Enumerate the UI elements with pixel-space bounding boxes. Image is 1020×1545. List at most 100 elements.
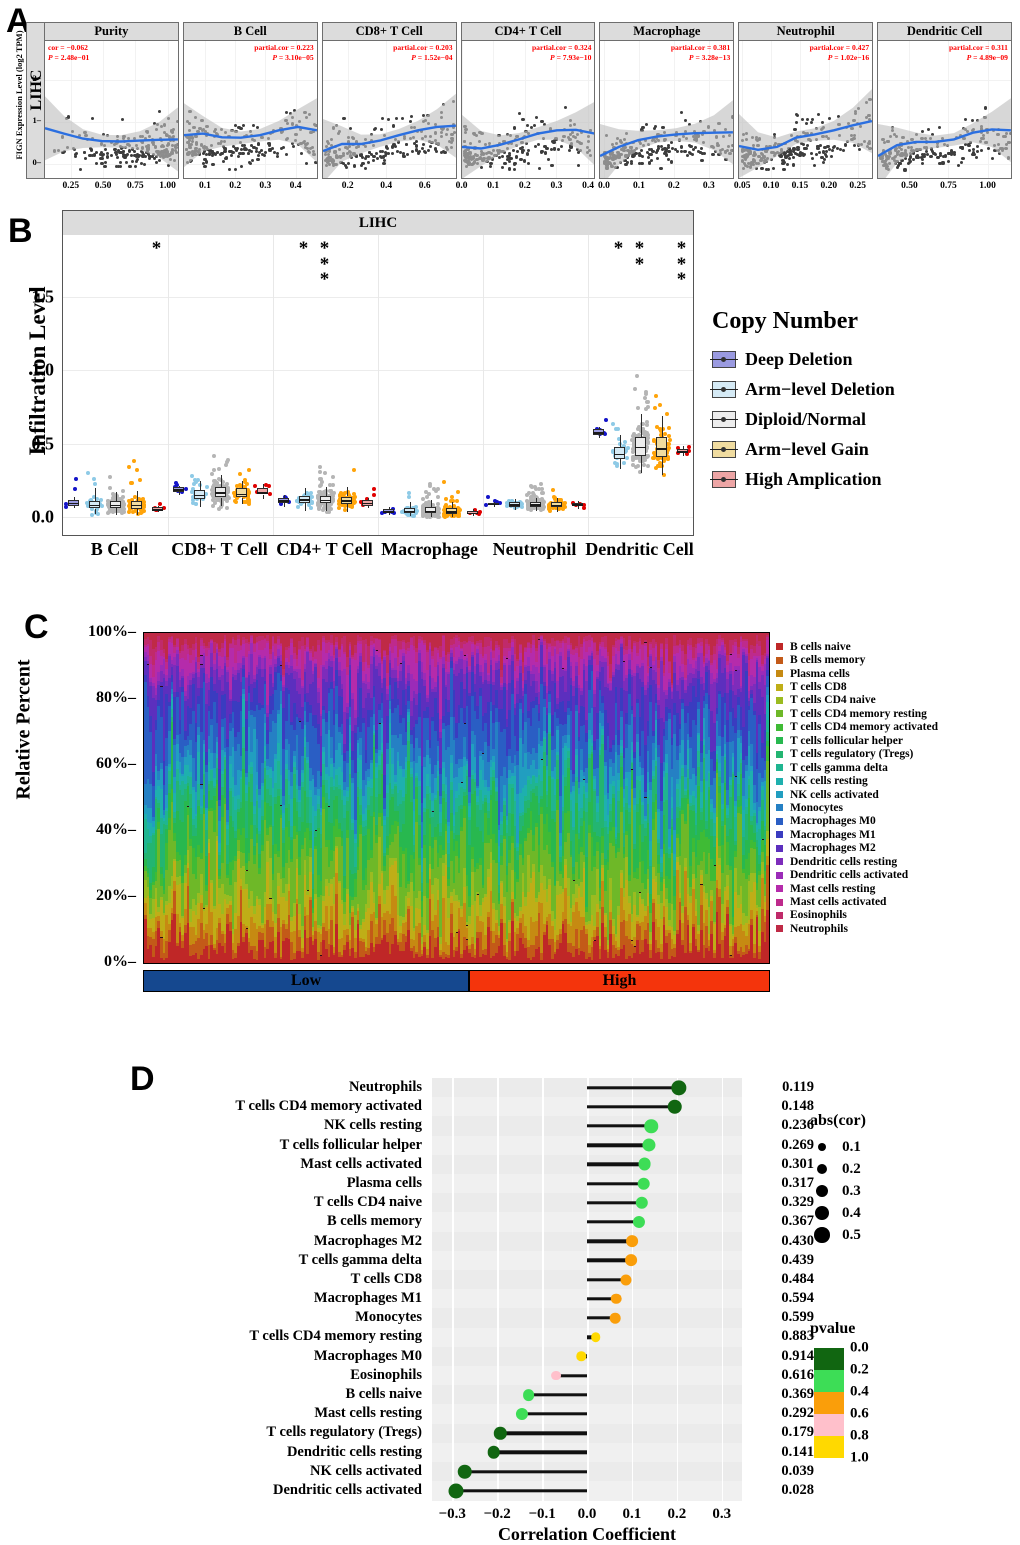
x-tick: 0.1: [632, 181, 645, 191]
lollipop-stem: [500, 1431, 587, 1435]
lollipop-dot[interactable]: [625, 1254, 637, 1267]
facet-title: B Cell: [182, 22, 318, 40]
y-tick: 0.0: [31, 506, 55, 527]
lollipop-dot[interactable]: [522, 1388, 535, 1401]
lollipop-dot[interactable]: [515, 1407, 528, 1421]
legend-label: B cells naive: [790, 640, 851, 653]
facet-stats: cor = −0.062 P = 2.48e−01: [48, 43, 90, 63]
x-tick: 0.25: [62, 181, 80, 191]
x-tick: −0.3: [438, 1506, 466, 1522]
lollipop-dot[interactable]: [644, 1119, 658, 1133]
legend-item[interactable]: Arm−level Gain: [710, 439, 1012, 460]
legend-label: T cells gamma delta: [790, 761, 888, 774]
lollipop-dot[interactable]: [457, 1464, 473, 1479]
lollipop-dot[interactable]: [625, 1235, 638, 1248]
legend-item[interactable]: Macrophages M2: [776, 842, 938, 855]
legend-item[interactable]: T cells follicular helper: [776, 734, 938, 747]
legend-label: T cells CD4 naive: [790, 694, 876, 707]
legend-swatch: [710, 351, 738, 368]
lollipop-dot[interactable]: [610, 1312, 621, 1324]
facet-x-axis: 0.05 0.10 0.15 0.20 0.25: [734, 179, 873, 198]
lollipop-dot[interactable]: [551, 1370, 561, 1381]
legend-item[interactable]: Arm−level Deletion: [710, 379, 1012, 400]
legend-item[interactable]: Deep Deletion: [710, 349, 1012, 370]
y-tick: 1–: [32, 115, 42, 125]
y-tick: 100%–: [88, 623, 136, 640]
row-pvalue: 0.148: [781, 1098, 814, 1115]
panel-d-pvalues: 0.119 0.148 0.236 0.269 0.301 0.317 0.329 0.367…: [746, 1078, 814, 1500]
legend-item[interactable]: T cells CD8: [776, 680, 938, 693]
legend-item[interactable]: Eosinophils: [776, 909, 938, 922]
facet-plot: partial.cor = 0.311 P = 4.89e−09: [877, 40, 1012, 179]
x-tick: 0.1: [199, 181, 211, 191]
size-legend-dot: [816, 1163, 828, 1175]
legend-item[interactable]: Mast cells resting: [776, 882, 938, 895]
legend-item[interactable]: B cells memory: [776, 653, 938, 666]
facet-x-axis: 0.1 0.2 0.3 0.4: [183, 179, 318, 198]
row-pvalue: 0.439: [781, 1251, 814, 1268]
legend-item[interactable]: Neutrophils: [776, 922, 938, 935]
x-tick: −0.1: [528, 1506, 556, 1522]
lollipop-dot[interactable]: [667, 1099, 682, 1115]
legend-item[interactable]: Macrophages M0: [776, 815, 938, 828]
row-pvalue: 0.317: [781, 1174, 814, 1191]
legend-label: T cells follicular helper: [790, 734, 903, 747]
significance-stars: * *: [634, 238, 645, 275]
lollipop-dot[interactable]: [632, 1215, 645, 1229]
panel-c-group-bar: Low High: [143, 970, 770, 992]
panel-a-facet: Purity cor = −0.062 P = 2.48e−01 0.25 0.50 0.…: [44, 22, 179, 197]
row-label: T cells CD8: [350, 1270, 422, 1287]
legend-swatch: [710, 441, 738, 458]
x-tick: 0.75: [940, 181, 957, 191]
lollipop-dot[interactable]: [638, 1157, 651, 1171]
legend-swatch: [776, 643, 783, 651]
legend-item[interactable]: Monocytes: [776, 801, 938, 814]
facet-plot: partial.cor = 0.223 P = 3.10e−05: [182, 40, 318, 179]
legend-swatch: [776, 696, 783, 704]
y-tick: 20%–: [96, 887, 136, 904]
colorbar-tick: 0.0: [850, 1339, 869, 1356]
lollipop-dot[interactable]: [448, 1483, 464, 1499]
significance-stars: *: [151, 238, 162, 259]
lollipop-stem: [587, 1162, 645, 1167]
legend-item[interactable]: B cells naive: [776, 640, 938, 653]
size-legend-label: 0.4: [841, 1204, 861, 1221]
x-tick: 0.10: [762, 181, 780, 191]
facet-plot: partial.cor = 0.381 P = 3.28e−13: [599, 40, 735, 179]
legend-item[interactable]: Dendritic cells resting: [776, 855, 938, 868]
legend-item[interactable]: High Amplication: [710, 469, 1012, 490]
significance-stars: *: [613, 238, 624, 259]
lollipop-dot[interactable]: [637, 1177, 650, 1190]
lollipop-dot[interactable]: [487, 1446, 500, 1459]
lollipop-dot[interactable]: [642, 1138, 656, 1152]
row-label: Mast cells activated: [300, 1155, 422, 1172]
legend-item[interactable]: T cells CD4 naive: [776, 694, 938, 707]
y-tick: 2–: [32, 73, 42, 84]
legend-item[interactable]: Diploid/Normal: [710, 409, 1012, 430]
legend-item[interactable]: NK cells activated: [776, 788, 938, 801]
legend-item[interactable]: T cells CD4 memory resting: [776, 707, 938, 720]
x-tick: 0.2: [518, 181, 531, 191]
lollipop-dot[interactable]: [610, 1293, 622, 1305]
legend-swatch: [710, 381, 738, 398]
legend-item[interactable]: NK cells resting: [776, 774, 938, 787]
legend-item[interactable]: Mast cells activated: [776, 895, 938, 908]
facet-plot: cor = −0.062 P = 2.48e−01: [44, 40, 179, 179]
size-legend-dot: [816, 1184, 829, 1198]
legend-label: Arm−level Gain: [745, 439, 869, 459]
legend-item[interactable]: T cells regulatory (Tregs): [776, 748, 938, 761]
legend-item[interactable]: Macrophages M1: [776, 828, 938, 841]
size-legend-label: 0.2: [841, 1160, 861, 1177]
legend-label: Mast cells activated: [790, 896, 887, 909]
legend-swatch: [776, 871, 783, 879]
x-tick: 0.05: [733, 181, 751, 191]
legend-item[interactable]: Dendritic cells activated: [776, 868, 938, 881]
x-tick: 0.4: [582, 181, 594, 191]
panel-c-legend: B cells naive B cells memory Plasma cells T…: [776, 640, 938, 936]
lollipop-dot[interactable]: [590, 1332, 601, 1342]
legend-item[interactable]: T cells CD4 memory activated: [776, 721, 938, 734]
legend-item[interactable]: T cells gamma delta: [776, 761, 938, 774]
legend-item[interactable]: Plasma cells: [776, 667, 938, 680]
legend-swatch: [710, 471, 738, 488]
facet-title: Dendritic Cell: [877, 22, 1012, 40]
